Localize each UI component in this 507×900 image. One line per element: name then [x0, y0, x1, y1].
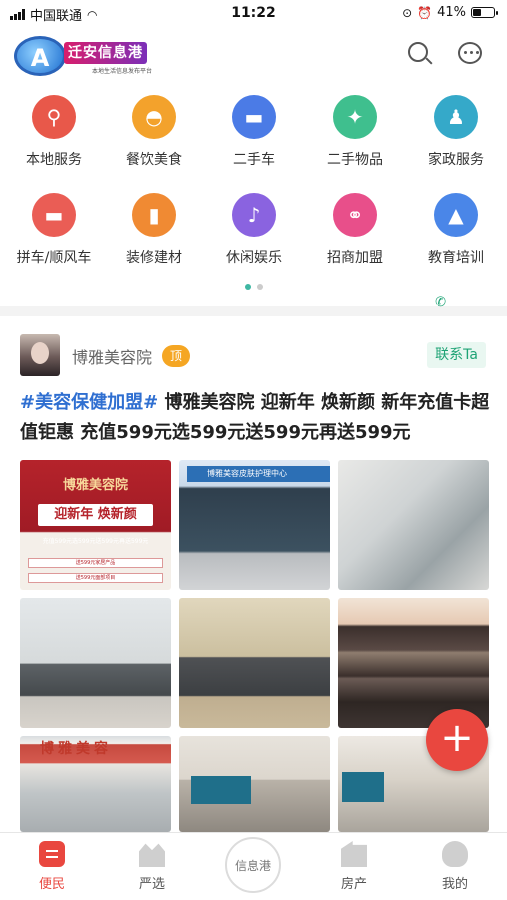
info-port-button[interactable]: 信息港	[225, 837, 281, 893]
post-text[interactable]: #美容保健加盟# 博雅美容院 迎新年 焕新颜 新年充值卡超值钜惠 充值599元选…	[20, 388, 490, 448]
shopping-bag-icon: ✦	[333, 95, 377, 139]
avatar[interactable]	[20, 334, 60, 376]
category-item[interactable]: ⚭ 招商加盟	[305, 193, 405, 267]
tab-label: 我的	[441, 877, 468, 892]
category-item[interactable]: ⚲ 本地服务	[4, 95, 104, 169]
category-label: 二手车	[233, 152, 275, 168]
battery-fill	[473, 9, 481, 16]
photo-banner: 迎新年 焕新颜	[38, 504, 153, 526]
category-label: 拼车/顺风车	[16, 250, 92, 266]
photo-item-1: 送599元家居产品	[28, 558, 163, 568]
app-header: A 迁安信息港 本地生活信息发布平台	[0, 30, 507, 82]
category-label: 教育培训	[428, 250, 484, 266]
category-label: 餐饮美食	[126, 152, 182, 168]
bottom-tab-bar: 便民 严选 信息港 房产 我的	[0, 832, 507, 900]
tab-label: 严选	[138, 877, 165, 892]
tab-label: 房产	[340, 877, 367, 892]
search-icon[interactable]	[406, 40, 434, 68]
photo-item-2: 送599元面部项目	[28, 573, 163, 583]
status-bar: 中国联通 ◠ 11:22 ⊙ ⏰ 41%	[0, 0, 507, 28]
category-item[interactable]: ◓ 餐饮美食	[104, 95, 204, 169]
category-label: 装修建材	[126, 250, 182, 266]
paint-roller-icon: ▮	[132, 193, 176, 237]
profile-icon	[442, 841, 468, 867]
category-label: 二手物品	[327, 152, 383, 168]
page-dot	[256, 284, 263, 290]
alarm-icon: ⏰	[417, 5, 433, 20]
post-photo-1[interactable]: 博雅美容院 迎新年 焕新颜 充值599元选599元送599元再送599元 送59…	[20, 460, 171, 590]
category-item[interactable]: ♟ 家政服务	[406, 95, 506, 169]
category-item[interactable]: ♪ 休闲娱乐	[204, 193, 304, 267]
battery-percent: 41%	[437, 5, 466, 20]
category-item[interactable]: ✦ 二手物品	[305, 95, 405, 169]
tab-label: 便民	[38, 877, 65, 892]
post-photo-8[interactable]	[179, 736, 330, 832]
post-photo-5[interactable]	[179, 598, 330, 728]
status-right: ⊙ ⏰ 41%	[402, 5, 498, 20]
post-photo-4[interactable]	[20, 598, 171, 728]
page-dot-active	[244, 284, 251, 290]
category-label: 家政服务	[428, 152, 484, 168]
poster-name[interactable]: 博雅美容院	[72, 344, 152, 368]
tab-convenience[interactable]: 便民	[12, 841, 92, 892]
rotation-lock-icon: ⊙	[402, 5, 413, 20]
section-divider	[0, 306, 507, 316]
tab-selected[interactable]: 严选	[112, 841, 192, 892]
page-indicator	[0, 284, 507, 290]
worker-icon: ♟	[434, 95, 478, 139]
pinned-badge: 顶	[162, 345, 190, 367]
microphone-icon: ♪	[232, 193, 276, 237]
post-photo-2[interactable]: 博雅美容皮肤护理中心	[179, 460, 330, 590]
category-label: 招商加盟	[327, 250, 383, 266]
food-cloche-icon: ◓	[132, 95, 176, 139]
category-item[interactable]: ▮ 装修建材	[104, 193, 204, 267]
category-item[interactable]: ▬ 二手车	[204, 95, 304, 169]
building-icon	[341, 841, 367, 867]
car-icon: ▬	[232, 95, 276, 139]
logo-letter: A	[30, 44, 50, 72]
shop-icon	[139, 843, 165, 867]
add-post-button[interactable]: +	[426, 709, 488, 771]
logo-name: 迁安信息港	[64, 42, 147, 64]
category-label: 休闲娱乐	[226, 250, 282, 266]
logo-tagline: 本地生活信息发布平台	[92, 68, 153, 75]
location-pin-icon: ⚲	[32, 95, 76, 139]
post-hashtag[interactable]: #美容保健加盟#	[20, 392, 158, 413]
storefront-sign: 博雅美容皮肤护理中心	[187, 466, 330, 482]
contact-button[interactable]: ✆ 联系Ta	[427, 295, 486, 368]
tab-real-estate[interactable]: 房产	[314, 841, 394, 892]
post-header: 博雅美容院 顶 ✆ 联系Ta	[20, 295, 490, 378]
car-icon: ▬	[32, 193, 76, 237]
tab-me[interactable]: 我的	[415, 841, 495, 892]
message-icon[interactable]	[456, 40, 484, 68]
battery-icon	[471, 7, 498, 18]
photo-line: 充值599元选599元送599元再送599元	[42, 538, 149, 545]
post-photo-7[interactable]: 博雅美容	[20, 736, 171, 832]
home-icon	[39, 841, 65, 867]
category-label: 本地服务	[26, 152, 82, 168]
post-photo-6[interactable]	[338, 598, 489, 728]
photo-title: 博雅美容院	[62, 478, 128, 493]
post-photo-3[interactable]	[338, 460, 489, 590]
handshake-icon: ⚭	[333, 193, 377, 237]
shop-sign: 博雅美容	[40, 741, 112, 757]
logo-badge: A	[14, 36, 66, 76]
graduation-cap-icon: ▲	[434, 193, 478, 237]
category-item[interactable]: ▲ 教育培训	[406, 193, 506, 267]
category-item[interactable]: ▬ 拼车/顺风车	[4, 193, 104, 267]
app-logo: A 迁安信息港 本地生活信息发布平台	[8, 34, 168, 78]
